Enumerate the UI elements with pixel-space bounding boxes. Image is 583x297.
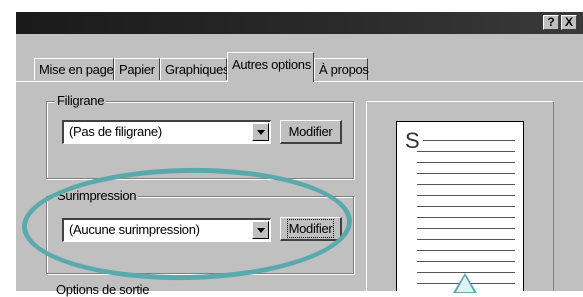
callout-pointer xyxy=(456,276,474,292)
watermark-modify-label: Modifier xyxy=(288,124,333,139)
tab-a-propos[interactable]: À propos xyxy=(314,58,369,80)
text-line xyxy=(417,173,515,174)
watermark-group-label: Filigrane xyxy=(55,93,107,108)
tab-graphiques[interactable]: Graphiques xyxy=(160,58,230,80)
chevron-down-icon[interactable] xyxy=(252,221,269,239)
help-button[interactable]: ? xyxy=(543,15,559,30)
text-line xyxy=(417,206,515,207)
chevron-down-icon[interactable] xyxy=(252,123,269,141)
overlay-select[interactable]: (Aucune surimpression) xyxy=(62,218,271,242)
text-line xyxy=(423,140,515,141)
watermark-select[interactable]: (Pas de filigrane) xyxy=(62,120,271,144)
overlay-select-value: (Aucune surimpression) xyxy=(69,222,200,237)
page-preview: S xyxy=(396,121,524,291)
overlay-modify-label: Modifier xyxy=(286,219,335,238)
text-line xyxy=(417,162,515,163)
tab-strip: Mise en page Papier Graphiques Autres op… xyxy=(16,50,583,82)
overlay-modify-button[interactable]: Modifier xyxy=(280,217,342,241)
overlay-group-label: Surimpression xyxy=(55,188,139,203)
text-line xyxy=(417,217,515,218)
text-line xyxy=(417,195,515,196)
text-line xyxy=(417,261,515,262)
output-options-group-label: Options de sortie xyxy=(56,282,150,297)
window-titlebar: ? X xyxy=(16,12,583,34)
text-line xyxy=(417,250,515,251)
text-line xyxy=(417,151,515,152)
text-line xyxy=(417,184,515,185)
tab-mise-en-page[interactable]: Mise en page xyxy=(34,58,114,80)
watermark-select-value: (Pas de filigrane) xyxy=(69,124,162,139)
close-button[interactable]: X xyxy=(561,15,577,30)
tab-papier[interactable]: Papier xyxy=(114,58,160,80)
text-line xyxy=(417,228,515,229)
tab-autres-options[interactable]: Autres options xyxy=(227,52,314,82)
text-line xyxy=(417,239,515,240)
preview-letter: S xyxy=(405,128,420,153)
watermark-modify-button[interactable]: Modifier xyxy=(280,120,342,144)
